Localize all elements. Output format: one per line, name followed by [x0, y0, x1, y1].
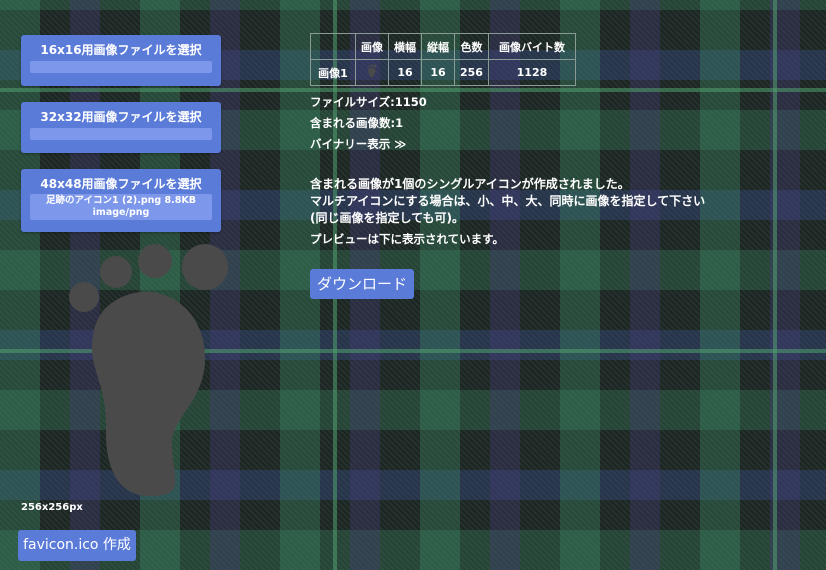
table-header: 画像バイト数: [487, 33, 576, 60]
table-cell-colors: 256: [454, 59, 489, 86]
table-header: [310, 33, 356, 60]
file-input-status: [30, 61, 212, 73]
download-button[interactable]: ダウンロード: [310, 269, 414, 299]
background-line: [0, 88, 826, 92]
table-header: 色数: [454, 33, 489, 60]
image-count-text: 含まれる画像数:1: [310, 116, 404, 130]
message-line: プレビューは下に表示されています。: [310, 232, 505, 246]
selected-file-type: image/png: [92, 207, 150, 218]
file-picker-label: 32x32用画像ファイルを選択: [40, 110, 202, 124]
table-cell-name: 画像1: [310, 59, 356, 86]
icon-info-table: 画像 横幅 縦幅 色数 画像バイト数 画像1 16 16 256 1128: [310, 33, 576, 86]
table-cell-thumbnail: [355, 59, 389, 86]
create-favicon-button[interactable]: favicon.ico 作成: [18, 530, 136, 561]
table-header: 縦幅: [421, 33, 455, 60]
message-line: 含まれる画像が1個のシングルアイコンが作成されました。: [310, 177, 630, 191]
footprint-icon: [69, 244, 228, 496]
table-header: 横幅: [388, 33, 422, 60]
file-input-status: [30, 128, 212, 140]
file-picker-16[interactable]: 16x16用画像ファイルを選択: [21, 35, 221, 86]
table-cell-bytes: 1128: [487, 59, 576, 86]
message-line: マルチアイコンにする場合は、小、中、大、同時に画像を指定して下さい: [310, 194, 706, 208]
table-header: 画像: [355, 33, 389, 60]
selected-file-info: 足跡のアイコン1 (2).png 8.8KB image/png: [30, 194, 212, 220]
file-picker-label: 16x16用画像ファイルを選択: [40, 43, 202, 57]
footprint-thumbnail-icon: [368, 64, 377, 78]
table-cell-width: 16: [388, 59, 422, 86]
table-row: 画像1 16 16 256 1128: [310, 59, 576, 86]
table-header-row: 画像 横幅 縦幅 色数 画像バイト数: [310, 33, 576, 60]
binary-view-toggle[interactable]: バイナリー表示 ≫: [310, 136, 406, 152]
message-line: (同じ画像を指定しても可)。: [310, 211, 465, 225]
file-picker-label: 48x48用画像ファイルを選択: [40, 177, 202, 191]
table-cell-height: 16: [421, 59, 455, 86]
file-size-text: ファイルサイズ:1150: [310, 95, 427, 109]
preview-size-label: 256x256px: [21, 502, 83, 513]
selected-file-name: 足跡のアイコン1 (2).png 8.8KB: [46, 195, 196, 206]
file-picker-32[interactable]: 32x32用画像ファイルを選択: [21, 102, 221, 153]
background-line: [773, 0, 777, 570]
result-message: 含まれる画像が1個のシングルアイコンが作成されました。 マルチアイコンにする場合…: [310, 176, 705, 248]
file-picker-48[interactable]: 48x48用画像ファイルを選択 足跡のアイコン1 (2).png 8.8KB i…: [21, 169, 221, 232]
